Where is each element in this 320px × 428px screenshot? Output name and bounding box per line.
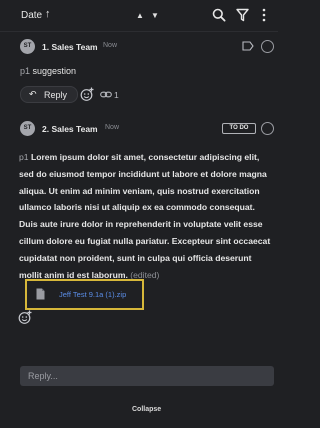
reply-button-label: Reply [44, 90, 68, 100]
attachment-name[interactable]: Jeff Test 9.1a (1).zip [59, 290, 126, 299]
attachment-chip[interactable]: Jeff Test 9.1a (1).zip [25, 279, 144, 310]
emoji-add-icon[interactable] [18, 310, 33, 328]
filter-icon[interactable] [236, 8, 249, 25]
search-icon[interactable] [212, 8, 226, 25]
emoji-add-icon[interactable] [80, 87, 95, 105]
reply-button[interactable]: ↶ Reply [20, 86, 78, 103]
comment-time: Now [105, 124, 120, 131]
priority-prefix: p1 [19, 152, 29, 162]
collapse-button[interactable]: Collapse [132, 406, 161, 413]
file-icon [36, 288, 45, 303]
reply-input[interactable]: Reply... [20, 366, 274, 386]
resolve-circle-icon[interactable] [261, 122, 274, 135]
avatar: ST [20, 121, 35, 136]
comment-author: 1. Sales Team [42, 42, 98, 52]
comment-text: suggestion [32, 66, 77, 76]
comment-author: 2. Sales Team [42, 124, 98, 134]
comment-time: Now [103, 42, 118, 49]
more-vertical-icon[interactable] [262, 8, 266, 25]
comment-card-2[interactable]: ST 2. Sales Team Now TO DO p1 Lorem ipsu… [7, 112, 278, 428]
resolve-circle-icon[interactable] [261, 40, 274, 53]
comment-body: p1 Lorem ipsum dolor sit amet, consectet… [19, 149, 273, 283]
comments-toolbar: Date ↑ ▲ ▼ [0, 0, 278, 32]
priority-prefix: p1 [20, 66, 31, 76]
tag-icon[interactable] [242, 41, 254, 54]
sort-label[interactable]: Date [21, 10, 42, 21]
comment-card-1[interactable]: ST 1. Sales Team Now p1 suggestion ↶ Rep… [7, 33, 278, 107]
avatar: ST [20, 39, 35, 54]
comment-body: p1 suggestion [20, 66, 76, 76]
status-badge[interactable]: TO DO [222, 123, 256, 134]
caret-up-icon[interactable]: ▲ [136, 11, 144, 20]
link-icon[interactable] [100, 90, 112, 102]
arrow-up-icon[interactable]: ↑ [45, 8, 51, 20]
comment-text: Lorem ipsum dolor sit amet, consectetur … [19, 152, 271, 280]
reply-arrow-icon: ↶ [29, 89, 37, 99]
link-count: 1 [114, 90, 119, 100]
caret-down-icon[interactable]: ▼ [151, 11, 159, 20]
reply-placeholder: Reply... [28, 371, 58, 381]
